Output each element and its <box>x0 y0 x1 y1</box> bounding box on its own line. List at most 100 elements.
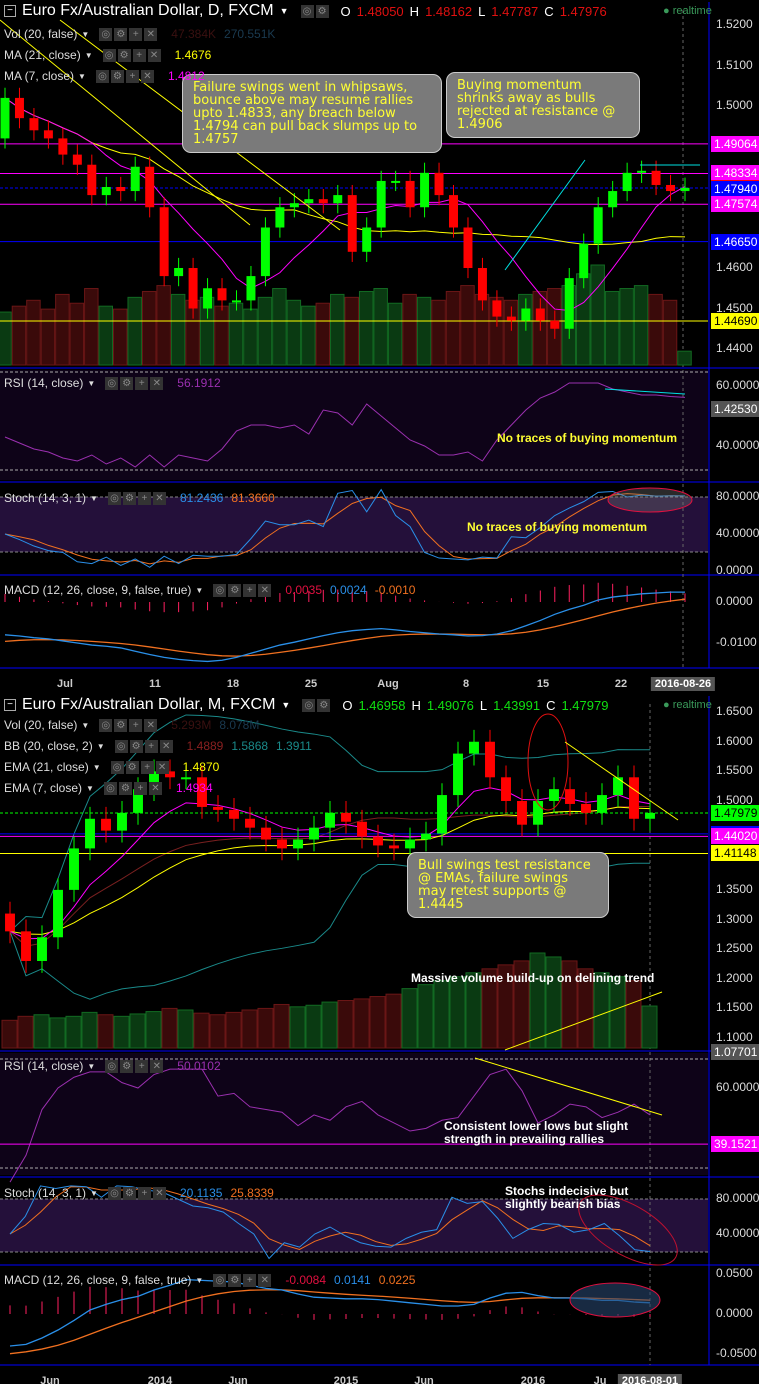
chart-canvas[interactable] <box>0 0 759 1384</box>
chevron-down-icon[interactable]: ▼ <box>87 1062 95 1071</box>
eye-icon[interactable]: ◎ <box>110 760 124 774</box>
candle-body <box>289 203 299 208</box>
indicator-value: 1.4812 <box>167 69 205 83</box>
high-label: H <box>411 697 421 713</box>
indicator-label[interactable]: Stoch (14, 3, 1) <box>4 1186 86 1200</box>
plus-icon[interactable]: + <box>133 781 147 795</box>
symbol-title[interactable]: Euro Fx/Australian Dollar, M, FXCM <box>22 696 275 714</box>
gear-icon[interactable]: ⚙ <box>110 69 124 83</box>
gear-icon[interactable]: ⚙ <box>120 1059 134 1073</box>
close-icon[interactable]: ✕ <box>150 376 164 390</box>
gear-icon[interactable]: ⚙ <box>114 27 128 41</box>
gear-icon[interactable]: ⚙ <box>228 583 242 597</box>
indicator-label[interactable]: BB (20, close, 2) <box>4 739 93 753</box>
chevron-down-icon[interactable]: ▼ <box>93 763 101 772</box>
indicator-label[interactable]: MACD (12, 26, close, 9, false, true) <box>4 583 191 597</box>
close-icon[interactable]: ✕ <box>148 781 162 795</box>
chevron-down-icon[interactable]: ▼ <box>86 784 94 793</box>
chevron-down-icon[interactable]: ▼ <box>281 700 290 710</box>
collapse-icon[interactable]: − <box>4 699 16 711</box>
close-icon[interactable]: ✕ <box>144 718 158 732</box>
eye-icon[interactable]: ◎ <box>213 583 227 597</box>
gear-icon[interactable]: ⚙ <box>122 491 136 505</box>
plus-icon[interactable]: + <box>135 1059 149 1073</box>
plus-icon[interactable]: + <box>125 69 139 83</box>
gear-icon[interactable]: ⚙ <box>315 4 329 18</box>
gear-icon[interactable]: ⚙ <box>317 698 331 712</box>
eye-icon[interactable]: ◎ <box>105 376 119 390</box>
eye-icon[interactable]: ◎ <box>103 781 117 795</box>
price-marker: 1.47979 <box>711 804 759 821</box>
close-icon[interactable]: ✕ <box>159 739 173 753</box>
eye-icon[interactable]: ◎ <box>102 48 116 62</box>
indicator-label[interactable]: MA (7, close) <box>4 69 74 83</box>
close-icon[interactable]: ✕ <box>258 1273 272 1287</box>
chevron-down-icon[interactable]: ▼ <box>90 1189 98 1198</box>
candle-body <box>275 207 285 228</box>
indicator-label[interactable]: RSI (14, close) <box>4 1059 83 1073</box>
plus-icon[interactable]: + <box>129 27 143 41</box>
indicator-value: 81.3660 <box>231 491 275 505</box>
volume-bar <box>305 1004 322 1049</box>
gear-icon[interactable]: ⚙ <box>120 376 134 390</box>
volume-bar <box>185 299 200 366</box>
gear-icon[interactable]: ⚙ <box>118 781 132 795</box>
indicator-label[interactable]: MACD (12, 26, close, 9, false, true) <box>4 1273 191 1287</box>
close-icon[interactable]: ✕ <box>152 491 166 505</box>
eye-icon[interactable]: ◎ <box>302 698 316 712</box>
gear-icon[interactable]: ⚙ <box>117 48 131 62</box>
close-icon[interactable]: ✕ <box>258 583 272 597</box>
indicator-label[interactable]: Vol (20, false) <box>4 718 77 732</box>
eye-icon[interactable]: ◎ <box>107 1186 121 1200</box>
eye-icon[interactable]: ◎ <box>99 27 113 41</box>
plus-icon[interactable]: + <box>137 491 151 505</box>
close-icon[interactable]: ✕ <box>155 760 169 774</box>
indicator-label[interactable]: Stoch (14, 3, 1) <box>4 491 86 505</box>
gear-icon[interactable]: ⚙ <box>114 718 128 732</box>
close-value: 1.47979 <box>561 697 609 713</box>
close-icon[interactable]: ✕ <box>140 69 154 83</box>
close-icon[interactable]: ✕ <box>144 27 158 41</box>
collapse-icon[interactable]: − <box>4 5 16 17</box>
gear-icon[interactable]: ⚙ <box>125 760 139 774</box>
eye-icon[interactable]: ◎ <box>107 491 121 505</box>
gear-icon[interactable]: ⚙ <box>129 739 143 753</box>
chevron-down-icon[interactable]: ▼ <box>90 494 98 503</box>
indicator-label[interactable]: EMA (7, close) <box>4 781 82 795</box>
close-icon[interactable]: ✕ <box>150 1059 164 1073</box>
chevron-down-icon[interactable]: ▼ <box>85 51 93 60</box>
indicator-label[interactable]: EMA (21, close) <box>4 760 89 774</box>
chevron-down-icon[interactable]: ▼ <box>97 742 105 751</box>
eye-icon[interactable]: ◎ <box>300 4 314 18</box>
plus-icon[interactable]: + <box>140 760 154 774</box>
chevron-down-icon[interactable]: ▼ <box>81 30 89 39</box>
symbol-title[interactable]: Euro Fx/Australian Dollar, D, FXCM <box>22 2 274 20</box>
close-icon[interactable]: ✕ <box>147 48 161 62</box>
chevron-down-icon[interactable]: ▼ <box>81 721 89 730</box>
eye-icon[interactable]: ◎ <box>95 69 109 83</box>
chevron-down-icon[interactable]: ▼ <box>87 379 95 388</box>
plus-icon[interactable]: + <box>243 1273 257 1287</box>
indicator-label[interactable]: Vol (20, false) <box>4 27 77 41</box>
plus-icon[interactable]: + <box>135 376 149 390</box>
chevron-down-icon[interactable]: ▼ <box>195 1276 203 1285</box>
chevron-down-icon[interactable]: ▼ <box>280 6 289 16</box>
eye-icon[interactable]: ◎ <box>114 739 128 753</box>
indicator-label[interactable]: RSI (14, close) <box>4 376 83 390</box>
gear-icon[interactable]: ⚙ <box>228 1273 242 1287</box>
eye-icon[interactable]: ◎ <box>213 1273 227 1287</box>
indicator-label[interactable]: MA (21, close) <box>4 48 81 62</box>
plus-icon[interactable]: + <box>137 1186 151 1200</box>
eye-icon[interactable]: ◎ <box>99 718 113 732</box>
close-icon[interactable]: ✕ <box>152 1186 166 1200</box>
price-tick-label: 1.5100 <box>716 57 753 72</box>
plus-icon[interactable]: + <box>243 583 257 597</box>
gear-icon[interactable]: ⚙ <box>122 1186 136 1200</box>
plus-icon[interactable]: + <box>129 718 143 732</box>
plus-icon[interactable]: + <box>132 48 146 62</box>
chevron-down-icon[interactable]: ▼ <box>78 72 86 81</box>
chevron-down-icon[interactable]: ▼ <box>195 586 203 595</box>
eye-icon[interactable]: ◎ <box>105 1059 119 1073</box>
candle-body <box>159 207 169 277</box>
plus-icon[interactable]: + <box>144 739 158 753</box>
